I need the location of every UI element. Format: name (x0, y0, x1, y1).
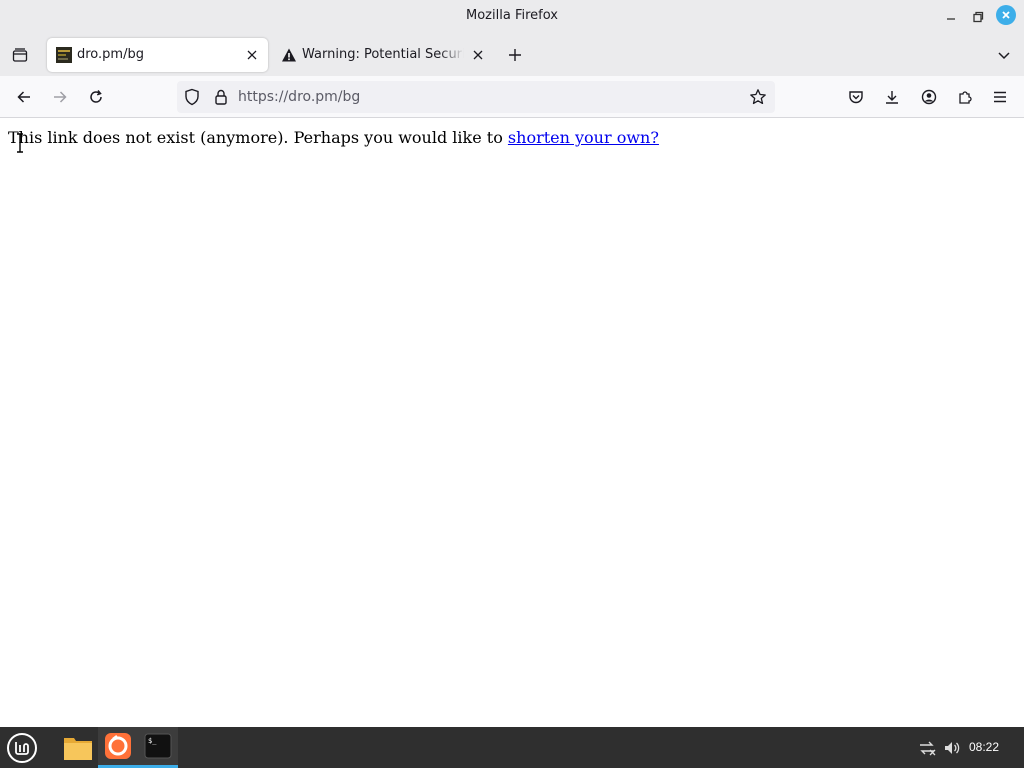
tab-label: dro.pm/bg (77, 47, 144, 62)
close-icon (1002, 11, 1010, 19)
pocket-button[interactable] (844, 85, 868, 109)
list-all-tabs-button[interactable] (992, 43, 1016, 67)
url-text[interactable]: https://dro.pm/bg (238, 89, 360, 105)
firefox-view-icon (12, 48, 28, 62)
firefox-view-button[interactable] (8, 43, 32, 67)
page-content: This link does not exist (anymore). Perh… (0, 119, 1024, 727)
svg-text:$_: $_ (148, 737, 157, 745)
restore-icon (973, 11, 984, 23)
extensions-button[interactable] (953, 85, 977, 109)
maximize-button[interactable] (967, 6, 989, 28)
firefox-icon (105, 733, 131, 759)
forward-button[interactable] (48, 85, 72, 109)
reload-icon (90, 90, 102, 103)
clock[interactable]: 08:22 (969, 740, 999, 754)
tab-close-button[interactable] (470, 47, 486, 63)
download-icon (886, 91, 898, 104)
window-title: Mozilla Firefox (466, 8, 558, 23)
volume-icon (945, 741, 960, 754)
url-bar[interactable]: https://dro.pm/bg (177, 81, 775, 113)
downloads-button[interactable] (880, 85, 904, 109)
reload-button[interactable] (84, 85, 108, 109)
close-window-button[interactable] (996, 5, 1016, 25)
network-disconnected-icon (920, 741, 936, 755)
forward-icon (54, 91, 67, 103)
account-button[interactable] (917, 85, 941, 109)
tab-security-warning[interactable]: Warning: Potential Security Risk Ahead (272, 38, 494, 72)
minimize-icon (947, 18, 955, 20)
app-menu-button[interactable] (988, 85, 1012, 109)
terminal-icon: $_ (144, 733, 172, 759)
extensions-icon (959, 91, 972, 104)
lock-icon[interactable] (212, 88, 230, 106)
bookmark-button[interactable] (748, 87, 768, 107)
tab-label: Warning: Potential Security Risk Ahead (302, 47, 464, 62)
firefox-taskbar-button[interactable] (98, 727, 138, 768)
mint-menu-icon (7, 732, 37, 763)
minimize-button[interactable] (940, 6, 962, 28)
close-icon (247, 50, 257, 60)
back-icon (17, 91, 30, 103)
navigation-toolbar: https://dro.pm/bg (0, 76, 1024, 118)
text-cursor-icon (17, 133, 23, 153)
tab-strip: dro.pm/bg Warning: Potential Security Ri… (0, 34, 1024, 76)
tab-close-button[interactable] (244, 47, 260, 63)
menu-icon (994, 91, 1006, 103)
shield-icon[interactable] (183, 88, 201, 106)
chevron-down-icon (998, 52, 1010, 60)
shorten-link[interactable]: shorten your own? (508, 128, 659, 147)
files-icon (64, 737, 92, 760)
window-titlebar: Mozilla Firefox (0, 0, 1024, 34)
volume-tray-button[interactable] (940, 727, 964, 768)
terminal-taskbar-button[interactable]: $_ (138, 727, 178, 768)
pocket-icon (849, 91, 863, 104)
page-message: This link does not exist (anymore). Perh… (8, 128, 659, 147)
site-favicon-icon (56, 47, 72, 63)
new-tab-button[interactable] (503, 43, 527, 67)
warning-icon (282, 48, 296, 62)
message-text: This link does not exist (anymore). Perh… (8, 128, 508, 147)
back-button[interactable] (12, 85, 36, 109)
files-taskbar-button[interactable] (58, 727, 98, 768)
account-icon (921, 89, 937, 105)
start-menu-button[interactable] (0, 727, 44, 768)
close-icon (473, 50, 483, 60)
plus-icon (509, 49, 521, 61)
network-tray-button[interactable] (914, 727, 940, 768)
star-icon (750, 89, 766, 105)
taskbar: $_ 08:22 (0, 727, 1024, 768)
tab-dro-pm[interactable]: dro.pm/bg (47, 38, 268, 72)
